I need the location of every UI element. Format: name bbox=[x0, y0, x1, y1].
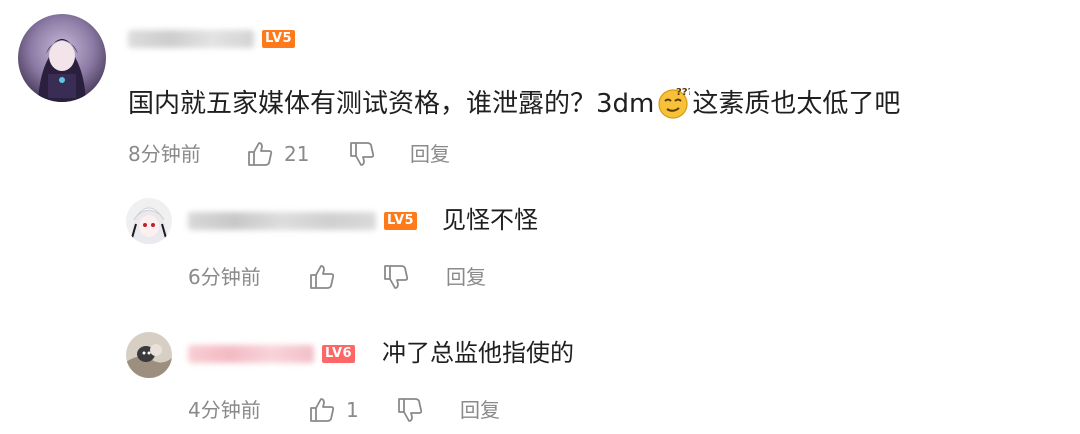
like-icon[interactable] bbox=[308, 263, 336, 291]
avatar[interactable] bbox=[126, 332, 172, 378]
like-count: 21 bbox=[284, 142, 310, 166]
level-badge: LV5 bbox=[384, 212, 418, 230]
like-icon[interactable] bbox=[308, 396, 336, 424]
avatar[interactable] bbox=[126, 198, 172, 244]
username[interactable] bbox=[188, 345, 314, 363]
reply-time: 4分钟前 bbox=[188, 398, 261, 422]
level-badge: LV6 bbox=[322, 345, 356, 363]
dislike-icon[interactable] bbox=[382, 263, 410, 291]
reply-button[interactable]: 回复 bbox=[410, 142, 450, 166]
like-count: 1 bbox=[346, 398, 359, 422]
dislike-icon[interactable] bbox=[396, 396, 424, 424]
like-icon[interactable] bbox=[246, 140, 274, 168]
username[interactable] bbox=[188, 212, 376, 230]
reply-button[interactable]: 回复 bbox=[446, 265, 486, 289]
svg-text:???: ??? bbox=[676, 87, 690, 98]
comment-text-part2: 这素质也太低了吧 bbox=[692, 89, 901, 119]
comment-text: 国内就五家媒体有测试资格，谁泄露的？3dm ??? 这素质也太低了吧 bbox=[128, 86, 900, 120]
reply-text: 见怪不怪 bbox=[442, 206, 538, 234]
comment-text-part1: 国内就五家媒体有测试资格，谁泄露的？3dm bbox=[128, 89, 655, 119]
reply-text: 冲了总监他指使的 bbox=[382, 339, 574, 367]
avatar[interactable] bbox=[18, 14, 106, 102]
thinking-face-emoji: ??? bbox=[656, 86, 694, 120]
level-badge: LV5 bbox=[262, 30, 296, 48]
comment-time: 8分钟前 bbox=[128, 142, 201, 166]
reply-time: 6分钟前 bbox=[188, 265, 261, 289]
username[interactable] bbox=[128, 30, 254, 48]
dislike-icon[interactable] bbox=[348, 140, 376, 168]
reply-button[interactable]: 回复 bbox=[460, 398, 500, 422]
